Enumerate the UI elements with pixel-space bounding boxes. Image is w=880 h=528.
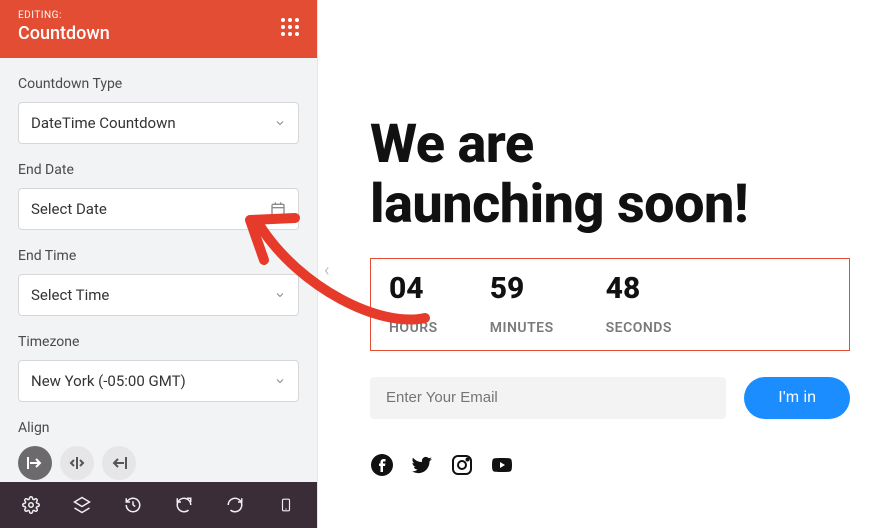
align-buttons [18,446,299,480]
history-button[interactable] [119,491,147,519]
countdown-box[interactable]: 04 HOURS 59 MINUTES 48 SECONDS [370,258,850,351]
signup-row: I'm in [370,377,850,419]
timezone-label: Timezone [18,334,299,350]
submit-button[interactable]: I'm in [744,377,850,419]
end-date-input[interactable]: Select Date [18,188,299,230]
countdown-type-value: DateTime Countdown [31,114,176,132]
headline: We are launching soon! [370,115,856,236]
facebook-icon[interactable] [370,453,394,477]
editor-sidebar: EDITING: Countdown Countdown Type DateTi… [0,0,318,528]
redo-button[interactable] [221,491,249,519]
end-time-label: End Time [18,248,299,264]
twitter-icon[interactable] [410,453,434,477]
editing-label: EDITING: [18,10,279,21]
align-center-button[interactable] [60,446,94,480]
chevron-left-icon[interactable]: ‹ [324,260,329,281]
align-label: Align [18,420,299,436]
mobile-preview-button[interactable] [272,491,300,519]
align-left-button[interactable] [18,446,52,480]
sidebar-header: EDITING: Countdown [0,0,317,58]
calendar-icon [270,201,286,217]
countdown-type-label: Countdown Type [18,76,299,92]
countdown-hours: 04 HOURS [389,271,438,336]
instagram-icon[interactable] [450,453,474,477]
chevron-down-icon [274,375,286,387]
settings-button[interactable] [17,491,45,519]
seconds-label: SECONDS [606,320,672,336]
hours-label: HOURS [389,320,438,336]
layers-button[interactable] [68,491,96,519]
countdown-type-select[interactable]: DateTime Countdown [18,102,299,144]
seconds-value: 48 [606,271,672,306]
drag-handle-icon[interactable] [279,16,301,38]
preview-pane: ‹ We are launching soon! 04 HOURS 59 MIN… [318,0,880,528]
undo-button[interactable] [170,491,198,519]
chevron-down-icon [274,117,286,129]
chevron-down-icon [274,289,286,301]
end-date-label: End Date [18,162,299,178]
youtube-icon[interactable] [490,453,514,477]
headline-line2: launching soon! [370,173,748,236]
sidebar-body: Countdown Type DateTime Countdown End Da… [0,58,317,482]
minutes-label: MINUTES [490,320,554,336]
editing-title: Countdown [18,23,279,44]
align-right-button[interactable] [102,446,136,480]
countdown-seconds: 48 SECONDS [606,271,672,336]
minutes-value: 59 [490,271,554,306]
end-time-value: Select Time [31,286,109,304]
email-field[interactable] [370,377,726,419]
end-date-value: Select Date [31,200,107,218]
sidebar-footer-toolbar [0,482,317,528]
hours-value: 04 [389,271,438,306]
timezone-value: New York (-05:00 GMT) [31,372,186,390]
countdown-minutes: 59 MINUTES [490,271,554,336]
social-icons-row [370,453,856,477]
timezone-select[interactable]: New York (-05:00 GMT) [18,360,299,402]
headline-line1: We are [370,113,534,176]
end-time-select[interactable]: Select Time [18,274,299,316]
